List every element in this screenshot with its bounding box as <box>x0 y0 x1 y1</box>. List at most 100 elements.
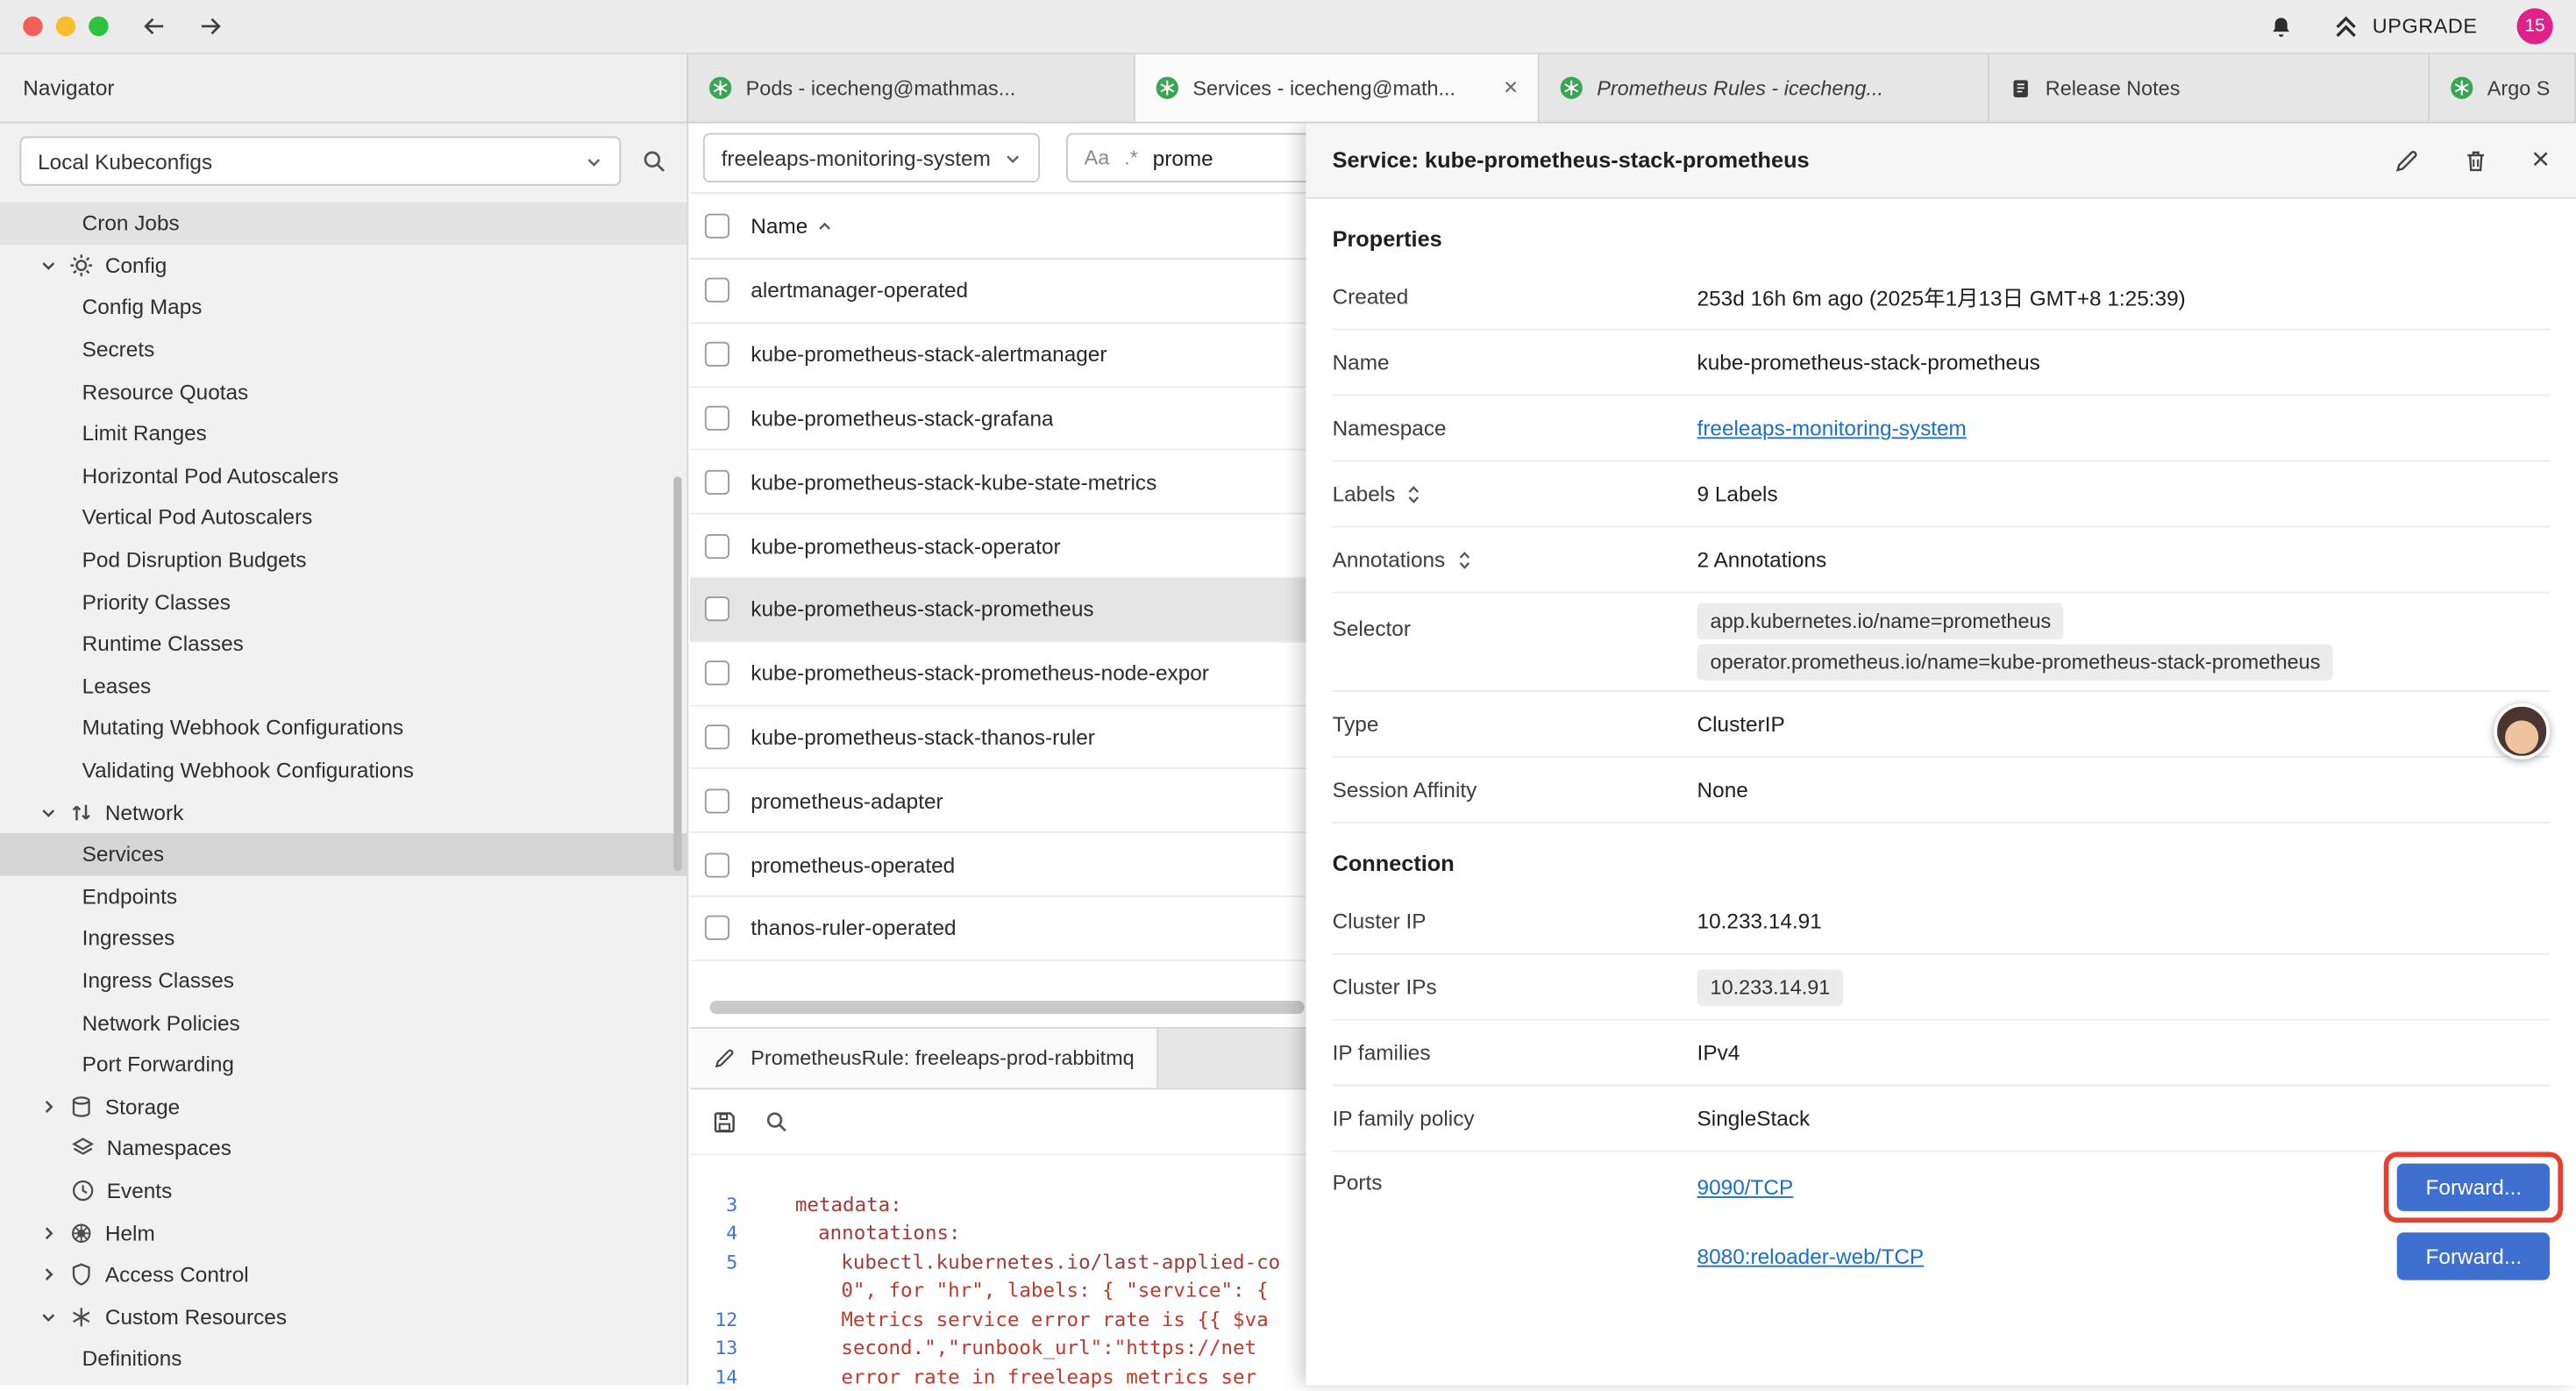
window-zoom-button[interactable] <box>89 17 108 36</box>
sidebar-item-custom-resources[interactable]: Custom Resources <box>0 1295 687 1338</box>
row-checkbox[interactable] <box>705 788 729 813</box>
row-checkbox[interactable] <box>705 406 729 431</box>
regex-toggle[interactable]: .* <box>1124 146 1138 169</box>
prop-value: None <box>1697 777 2550 802</box>
search-icon[interactable] <box>641 148 667 175</box>
sidebar-item-network-policies[interactable]: Network Policies <box>0 1002 687 1044</box>
horizontal-scrollbar[interactable] <box>709 1001 1304 1014</box>
kubeconfig-selector[interactable]: Local Kubeconfigs <box>19 137 621 186</box>
upgrade-button[interactable]: UPGRADE <box>2333 14 2478 39</box>
expand-icon[interactable] <box>1456 548 1471 571</box>
sidebar-item-network[interactable]: Network <box>0 791 687 833</box>
sidebar-item-namespaces[interactable]: Namespaces <box>0 1127 687 1169</box>
bell-icon[interactable] <box>2269 14 2294 39</box>
sidebar-item-pod-disruption-budgets[interactable]: Pod Disruption Budgets <box>0 539 687 581</box>
match-case-toggle[interactable]: Aa <box>1085 146 1110 169</box>
sidebar-item-leases[interactable]: Leases <box>0 665 687 707</box>
sidebar-item-endpoints[interactable]: Endpoints <box>0 875 687 917</box>
row-checkbox[interactable] <box>705 533 729 558</box>
prop-row-labels: Labels9 Labels <box>1333 462 2550 528</box>
sidebar-item-cron-jobs[interactable]: Cron Jobs <box>0 202 687 244</box>
window-minimize-button[interactable] <box>56 17 75 36</box>
sidebar-item-mutating-webhook-configurations[interactable]: Mutating Webhook Configurations <box>0 707 687 749</box>
prop-label: Name <box>1333 350 1697 374</box>
sidebar-item-resource-quotas[interactable]: Resource Quotas <box>0 370 687 412</box>
row-checkbox[interactable] <box>705 597 729 622</box>
sidebar-item-storage[interactable]: Storage <box>0 1086 687 1128</box>
edit-icon[interactable] <box>2394 147 2420 174</box>
close-icon[interactable]: × <box>2531 142 2550 178</box>
prop-row-cluster-ips: Cluster IPs10.233.14.91 <box>1333 955 2550 1021</box>
delete-icon[interactable] <box>2463 147 2489 174</box>
sidebar-item-label: Ingress Classes <box>82 968 234 993</box>
search-icon[interactable] <box>764 1109 788 1134</box>
tab-pods-icecheng-mathmas[interactable]: Pods - icecheng@mathmas... <box>688 54 1135 122</box>
row-checkbox[interactable] <box>705 278 729 303</box>
row-checkbox[interactable] <box>705 724 729 749</box>
sidebar-item-events[interactable]: Events <box>0 1169 687 1211</box>
prop-label-text: Labels <box>1333 482 1396 506</box>
sidebar-item-validating-webhook-configurations[interactable]: Validating Webhook Configurations <box>0 749 687 791</box>
sidebar-item-label: Resource Quotas <box>82 379 249 403</box>
dock-tab-prometheusrule[interactable]: PrometheusRule: freeleaps-prod-rabbitmq <box>690 1029 1159 1088</box>
prop-value: kube-prometheus-stack-prometheus <box>1697 350 2550 374</box>
tab-services-icecheng-math[interactable]: Services - icecheng@math...× <box>1135 54 1540 122</box>
expand-icon[interactable] <box>1406 482 1421 505</box>
section-heading-connection: Connection <box>1333 824 2550 889</box>
sidebar-item-port-forwarding[interactable]: Port Forwarding <box>0 1044 687 1086</box>
row-checkbox[interactable] <box>705 469 729 494</box>
namespace-selector[interactable]: freeleaps-monitoring-system <box>703 133 1040 182</box>
highlight-annotation: Forward... <box>2385 1152 2563 1223</box>
tab-prometheus-rules-icecheng[interactable]: Prometheus Rules - icecheng... <box>1540 54 1989 122</box>
sidebar-item-access-control[interactable]: Access Control <box>0 1253 687 1295</box>
save-icon[interactable] <box>711 1109 737 1135</box>
prop-row-created: Created253d 16h 6m ago (2025年1月13日 GMT+8… <box>1333 265 2550 331</box>
forward-button[interactable]: Forward... <box>2398 1164 2550 1211</box>
code-text: Metrics service error rate is {{ $va <box>759 1308 1269 1330</box>
name-column-header[interactable]: Name <box>751 214 832 239</box>
sidebar-item-runtime-classes[interactable]: Runtime Classes <box>0 623 687 665</box>
drawer-title: Service: kube-prometheus-stack-prometheu… <box>1333 148 1810 173</box>
back-arrow-icon[interactable] <box>141 15 167 38</box>
sidebar-item-services[interactable]: Services <box>0 833 687 875</box>
row-checkbox[interactable] <box>705 852 729 877</box>
upgrade-label: UPGRADE <box>2373 15 2478 38</box>
navigator-label: Navigator <box>23 75 114 100</box>
sidebar-item-label: Network <box>105 800 183 824</box>
sidebar-item-config[interactable]: Config <box>0 244 687 286</box>
forward-button[interactable]: Forward... <box>2398 1232 2550 1280</box>
tab-close-icon[interactable]: × <box>1504 75 1518 100</box>
notification-count-badge[interactable]: 15 <box>2517 8 2553 44</box>
namespace-link[interactable]: freeleaps-monitoring-system <box>1697 416 1967 440</box>
service-name: kube-prometheus-stack-grafana <box>751 406 1053 431</box>
sidebar-item-config-maps[interactable]: Config Maps <box>0 286 687 328</box>
sidebar-item-limit-ranges[interactable]: Limit Ranges <box>0 412 687 454</box>
row-checkbox[interactable] <box>705 916 729 940</box>
row-checkbox[interactable] <box>705 661 729 686</box>
sidebar-item-ingresses[interactable]: Ingresses <box>0 917 687 959</box>
row-checkbox[interactable] <box>705 342 729 367</box>
select-all-checkbox[interactable] <box>705 214 729 239</box>
tab-release-notes[interactable]: Release Notes <box>1989 54 2430 122</box>
tab-argo-s[interactable]: Argo S <box>2430 54 2576 122</box>
sidebar-item-priority-classes[interactable]: Priority Classes <box>0 581 687 623</box>
gear-icon <box>69 253 94 277</box>
sidebar-item-label: Cron Jobs <box>82 210 180 235</box>
sidebar-item-secrets[interactable]: Secrets <box>0 328 687 370</box>
kubernetes-icon <box>1559 75 1583 100</box>
avatar[interactable] <box>2494 703 2550 760</box>
sidebar-item-vertical-pod-autoscalers[interactable]: Vertical Pod Autoscalers <box>0 496 687 539</box>
sidebar-item-helm[interactable]: Helm <box>0 1211 687 1253</box>
sidebar-item-ingress-classes[interactable]: Ingress Classes <box>0 959 687 1002</box>
prop-label-text: Ports <box>1333 1170 1383 1195</box>
sidebar-item-horizontal-pod-autoscalers[interactable]: Horizontal Pod Autoscalers <box>0 454 687 496</box>
port-link[interactable]: 9090/TCP <box>1697 1175 1794 1200</box>
sidebar-item-definitions[interactable]: Definitions <box>0 1338 687 1380</box>
sidebar-scrollbar[interactable] <box>673 476 681 871</box>
port-link[interactable]: 8080:reloader-web/TCP <box>1697 1244 1925 1268</box>
forward-arrow-icon[interactable] <box>197 15 224 38</box>
sidebar-item-label: Vertical Pod Autoscalers <box>82 505 313 530</box>
tab-label: Prometheus Rules - icecheng... <box>1597 76 1968 99</box>
prop-row-ip-family-policy: IP family policySingleStack <box>1333 1087 2550 1152</box>
window-close-button[interactable] <box>23 17 42 36</box>
